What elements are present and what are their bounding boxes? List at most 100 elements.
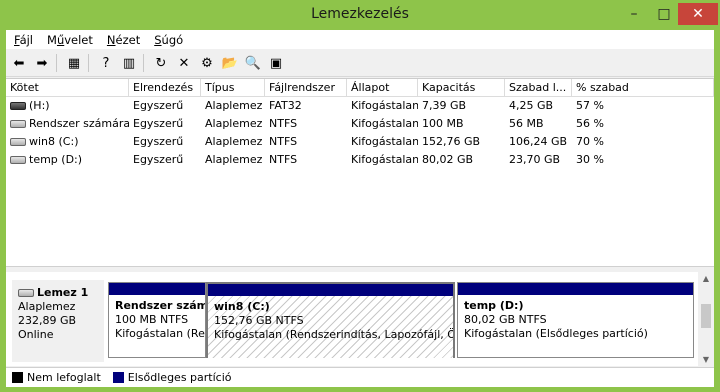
volume-list: Kötet Elrendezés Típus Fájlrendszer Állapot K…: [6, 78, 714, 267]
table-cell: NTFS: [269, 135, 298, 148]
partition-size: 100 MB NTFS: [115, 313, 189, 326]
partition-size: 80,02 GB NTFS: [464, 313, 547, 326]
table-cell: 30 %: [576, 153, 604, 166]
legend-label: Nem lefoglalt: [27, 371, 101, 384]
help-icon[interactable]: ?: [96, 53, 116, 73]
table-row[interactable]: Rendszer számára ... Egyszerű Alaplemez NTF…: [6, 115, 714, 133]
table-cell: Alaplemez: [205, 99, 263, 112]
table-cell: Kifogástalan...: [351, 135, 418, 148]
table-cell: Kifogástalan...: [351, 153, 418, 166]
partition-title: temp (D:): [464, 299, 524, 312]
legend-bar: Nem lefoglalt Elsődleges partíció: [6, 367, 714, 387]
explore-icon[interactable]: 🔍: [243, 53, 263, 73]
open-icon[interactable]: 📂: [220, 53, 240, 73]
table-cell: Kifogástalan...: [351, 117, 418, 130]
app-window: Lemezkezelés – □ ✕ Fájl Művelet Nézet Súgó …: [0, 0, 720, 392]
partition-type-bar: [458, 283, 693, 295]
column-header[interactable]: Kötet: [6, 79, 129, 96]
minimize-button[interactable]: –: [620, 3, 648, 25]
volume-name-cell: temp (D:): [6, 151, 129, 169]
partition-type-bar: [208, 284, 453, 296]
table-cell: 4,25 GB: [509, 99, 554, 112]
partition-type-bar: [109, 283, 205, 295]
volume-name: Rendszer számára ...: [29, 117, 129, 130]
table-cell: 106,24 GB: [509, 135, 568, 148]
toolbar-separator: [56, 54, 57, 72]
volume-name-cell: (H:): [6, 97, 129, 115]
partition-status: Kifogástalan (Elsődleges partíció): [464, 327, 648, 340]
maximize-button[interactable]: □: [650, 3, 678, 25]
graph-scrollbar[interactable]: ▲ ▼: [698, 272, 714, 366]
column-header[interactable]: Fájlrendszer: [265, 79, 347, 96]
disk-status: Online: [18, 328, 54, 341]
volume-list-header: Kötet Elrendezés Típus Fájlrendszer Állapot K…: [6, 79, 714, 97]
refresh-icon[interactable]: ↻: [151, 53, 171, 73]
drive-icon: [10, 156, 26, 164]
table-cell: Egyszerű: [133, 153, 184, 166]
table-row[interactable]: temp (D:) Egyszerű Alaplemez NTFS Kifogástal…: [6, 151, 714, 169]
console-tree-icon[interactable]: ▦: [64, 53, 84, 73]
table-cell: 57 %: [576, 99, 604, 112]
table-cell: Egyszerű: [133, 135, 184, 148]
scroll-thumb[interactable]: [701, 304, 711, 328]
table-cell: 70 %: [576, 135, 604, 148]
table-cell: FAT32: [269, 99, 302, 112]
drive-icon: [10, 102, 26, 110]
table-cell: Egyszerű: [133, 99, 184, 112]
menu-item-1[interactable]: Művelet: [41, 33, 99, 47]
drive-icon: [10, 120, 26, 128]
table-cell: Alaplemez: [205, 117, 263, 130]
menu-bar: Fájl Művelet Nézet Súgó: [6, 30, 714, 49]
legend-item: Elsődleges partíció: [112, 371, 232, 384]
toolbar: ⬅ ➡ ▦? ▥ ↻ ✕ ⚙ 📂 🔍 ▣: [6, 50, 714, 77]
volume-name-cell: win8 (C:): [6, 133, 129, 151]
table-cell: 100 MB: [422, 117, 464, 130]
partition-system-reserved[interactable]: Rendszer számá 100 MB NTFS Kifogástalan …: [108, 282, 206, 358]
volume-name-cell: Rendszer számára ...: [6, 115, 129, 133]
disk-label[interactable]: Lemez 1 Alaplemez 232,89 GB Online: [12, 280, 104, 362]
delete-icon[interactable]: ✕: [174, 53, 194, 73]
partition-status: Kifogástalan (Rer: [115, 327, 205, 340]
close-button[interactable]: ✕: [678, 3, 718, 25]
export-icon[interactable]: ▣: [266, 53, 286, 73]
partition-win8-c[interactable]: win8 (C:) 152,76 GB NTFS Kifogástalan (R…: [206, 282, 455, 358]
menu-item-0[interactable]: Fájl: [8, 33, 39, 47]
table-cell: 7,39 GB: [422, 99, 467, 112]
scroll-down-icon[interactable]: ▼: [698, 355, 714, 364]
column-header[interactable]: Típus: [201, 79, 265, 96]
menu-item-3[interactable]: Súgó: [148, 33, 189, 47]
legend-item: Nem lefoglalt: [12, 371, 101, 384]
disk-type: Alaplemez: [18, 300, 76, 313]
table-cell: 80,02 GB: [422, 153, 474, 166]
table-cell: Alaplemez: [205, 135, 263, 148]
scroll-up-icon[interactable]: ▲: [698, 274, 714, 283]
forward-icon[interactable]: ➡: [32, 53, 52, 73]
disk-name: Lemez 1: [37, 286, 89, 299]
partition-status: Kifogástalan (Rendszerindítás, Lapozófáj…: [214, 328, 453, 341]
table-cell: NTFS: [269, 153, 298, 166]
legend-label: Elsődleges partíció: [127, 371, 232, 384]
table-row[interactable]: (H:) Egyszerű Alaplemez FAT32 Kifogástalan..…: [6, 97, 714, 115]
properties-pane-icon[interactable]: ▥: [119, 53, 139, 73]
table-cell: NTFS: [269, 117, 298, 130]
table-cell: 56 MB: [509, 117, 544, 130]
menu-item-2[interactable]: Nézet: [101, 33, 146, 47]
column-header[interactable]: Elrendezés: [129, 79, 201, 96]
legend-swatch: [112, 372, 124, 383]
table-row[interactable]: win8 (C:) Egyszerű Alaplemez NTFS Kifogástal…: [6, 133, 714, 151]
back-icon[interactable]: ⬅: [9, 53, 29, 73]
volume-name: temp (D:): [29, 153, 83, 166]
drive-icon: [10, 138, 26, 146]
volume-name: win8 (C:): [29, 135, 79, 148]
properties-icon[interactable]: ⚙: [197, 53, 217, 73]
partition-temp-d[interactable]: temp (D:) 80,02 GB NTFS Kifogástalan (El…: [457, 282, 694, 358]
column-header[interactable]: Állapot: [347, 79, 418, 96]
table-cell: 23,70 GB: [509, 153, 561, 166]
table-cell: 56 %: [576, 117, 604, 130]
column-header[interactable]: Szabad l...: [505, 79, 572, 96]
volume-list-rows: (H:) Egyszerű Alaplemez FAT32 Kifogástalan..…: [6, 97, 714, 169]
column-header[interactable]: % szabad: [572, 79, 714, 96]
table-cell: 152,76 GB: [422, 135, 481, 148]
column-header[interactable]: Kapacitás: [418, 79, 505, 96]
disk-icon: [18, 289, 34, 297]
